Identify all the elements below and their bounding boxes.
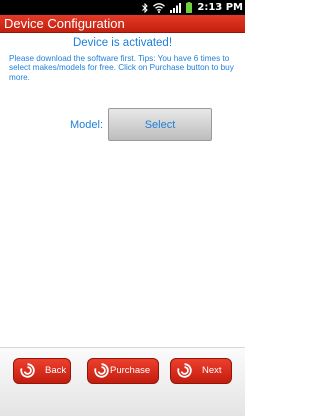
status-icons: 2:13 PM: [142, 0, 245, 15]
swirl-logo-icon: [94, 363, 109, 381]
back-button[interactable]: Back: [13, 358, 71, 384]
status-clock: 2:13 PM: [197, 2, 243, 13]
select-model-button[interactable]: Select: [108, 108, 212, 141]
title-bar: Device Configuration: [0, 15, 245, 33]
back-label: Back: [45, 365, 67, 376]
wifi-icon: [153, 2, 166, 13]
purchase-button[interactable]: Purchase: [87, 358, 159, 384]
battery-icon: [186, 2, 193, 13]
status-bar: 2:13 PM: [0, 0, 245, 15]
bluetooth-icon: [142, 2, 149, 13]
next-label: Next: [202, 365, 222, 376]
model-label: Model:: [70, 119, 104, 131]
swirl-logo-icon: [20, 363, 35, 381]
signal-icon: [170, 2, 182, 13]
next-button[interactable]: Next: [170, 358, 232, 384]
info-text: Please download the software first. Tips…: [9, 54, 234, 82]
swirl-logo-icon: [177, 363, 192, 381]
purchase-label: Purchase: [110, 365, 151, 376]
activation-headline: Device is activated!: [72, 37, 173, 49]
